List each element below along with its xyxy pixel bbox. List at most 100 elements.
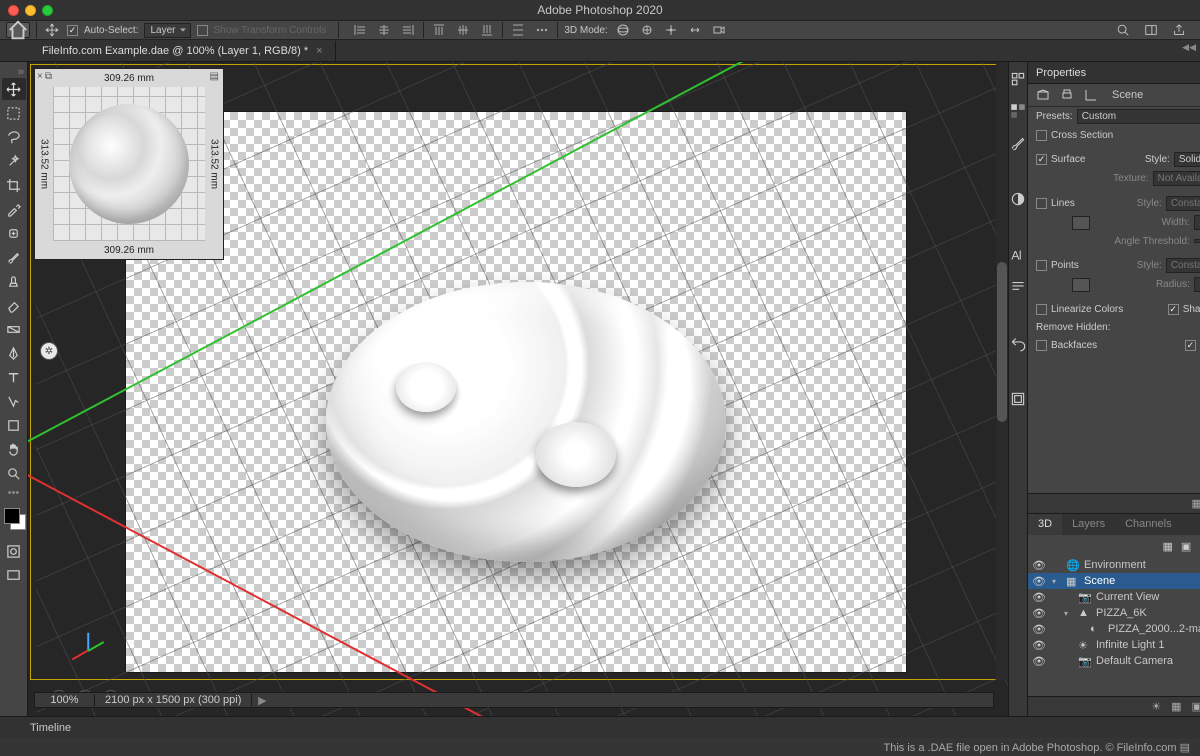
tree-row[interactable]: 👁▾▲PIZZA_6K [1028, 605, 1200, 621]
tree-row[interactable]: 👁◐PIZZA_2000...2-material [1028, 621, 1200, 637]
align-top-icon[interactable] [430, 21, 448, 39]
3d-scene-tree[interactable]: 👁🌐Environment👁▾▦Scene👁📷Current View👁▾▲PI… [1028, 557, 1200, 696]
adjustments-panel-icon[interactable] [1009, 190, 1027, 208]
document-info[interactable]: 2100 px x 1500 px (300 ppi) [95, 694, 252, 706]
filter-mesh-icon[interactable]: ▣ [1181, 540, 1191, 553]
3d-pan-icon[interactable] [662, 21, 680, 39]
swatches-panel-icon[interactable] [1009, 102, 1027, 120]
render-3d-icon[interactable]: ▦ [1171, 700, 1181, 713]
character-panel-icon[interactable]: A [1009, 246, 1027, 264]
3d-roll-icon[interactable] [638, 21, 656, 39]
libraries-panel-icon[interactable] [1009, 390, 1027, 408]
shape-tool[interactable] [2, 414, 26, 436]
foreground-color-swatch[interactable] [4, 508, 20, 524]
close-tab-icon[interactable]: × [316, 45, 322, 57]
clone-stamp-tool[interactable] [2, 270, 26, 292]
lines-checkbox[interactable] [1036, 198, 1047, 209]
magic-wand-tool[interactable] [2, 150, 26, 172]
lines2-checkbox[interactable] [1185, 340, 1196, 351]
status-flyout-icon[interactable]: ▶ [252, 694, 272, 707]
pen-tool[interactable] [2, 342, 26, 364]
home-button[interactable] [6, 22, 30, 38]
print-icon[interactable] [1060, 88, 1074, 102]
backfaces-checkbox[interactable] [1036, 340, 1047, 351]
share-icon[interactable] [1170, 21, 1188, 39]
auto-select-target-dropdown[interactable]: Layer [144, 23, 190, 38]
history-panel-icon[interactable] [1009, 334, 1027, 352]
tree-row[interactable]: 👁📷Current View [1028, 589, 1200, 605]
tree-row[interactable]: 👁🌐Environment [1028, 557, 1200, 573]
surface-style-dropdown[interactable]: Solid [1174, 152, 1200, 167]
path-tool[interactable] [2, 390, 26, 412]
toolbar-grip-icon[interactable]: » [0, 66, 27, 76]
crop-tool[interactable] [2, 174, 26, 196]
collapse-panel-icon[interactable]: ◀◀ [1182, 42, 1196, 53]
distribute-icon[interactable] [509, 21, 527, 39]
shadows-checkbox[interactable] [1168, 304, 1179, 315]
new-3d-icon[interactable]: ▣ [1191, 700, 1200, 713]
visibility-icon[interactable]: 👁 [1032, 575, 1044, 588]
timeline-panel-header[interactable]: Timeline [0, 716, 1200, 738]
3d-orbit-icon[interactable] [614, 21, 632, 39]
tree-row[interactable]: 👁📷Default Camera [1028, 653, 1200, 669]
canvas-area[interactable]: × ⧉ ▤ 309.26 mm 309.26 mm 313.52 mm 313.… [28, 62, 1008, 716]
secondary-view-close-icon[interactable]: × [37, 71, 43, 82]
align-hcenter-icon[interactable] [375, 21, 393, 39]
presets-dropdown[interactable]: Custom [1077, 109, 1200, 124]
quickmask-tool[interactable] [2, 540, 26, 562]
eraser-tool[interactable] [2, 294, 26, 316]
tab-layers[interactable]: Layers [1062, 514, 1115, 535]
auto-select-checkbox[interactable] [67, 25, 78, 36]
color-swatches[interactable] [2, 506, 26, 532]
secondary-view-menu-icon[interactable]: ▤ [210, 71, 219, 82]
filter-scene-icon[interactable]: ▦ [1163, 540, 1173, 553]
coords-icon[interactable] [1084, 88, 1098, 102]
3d-camera-icon[interactable] [710, 21, 728, 39]
tree-row[interactable]: 👁☀Infinite Light 1 [1028, 637, 1200, 653]
workspace-icon[interactable] [1142, 21, 1160, 39]
scrollbar-thumb[interactable] [997, 262, 1007, 422]
properties-panel-header[interactable]: Properties ≡ [1028, 62, 1200, 84]
visibility-icon[interactable]: 👁 [1032, 607, 1044, 620]
screenmode-tool[interactable] [2, 564, 26, 586]
align-bottom-icon[interactable] [478, 21, 496, 39]
visibility-icon[interactable]: 👁 [1032, 559, 1044, 572]
disclosure-icon[interactable]: ▾ [1064, 609, 1074, 618]
gradient-tool[interactable] [2, 318, 26, 340]
tab-channels[interactable]: Channels [1115, 514, 1181, 535]
document-tab[interactable]: FileInfo.com Example.dae @ 100% (Layer 1… [30, 41, 336, 61]
show-transform-checkbox[interactable] [197, 25, 208, 36]
align-vcenter-icon[interactable] [454, 21, 472, 39]
lasso-tool[interactable] [2, 126, 26, 148]
secondary-view-panel[interactable]: × ⧉ ▤ 309.26 mm 309.26 mm 313.52 mm 313.… [34, 68, 224, 260]
color-panel-icon[interactable] [1009, 70, 1027, 88]
texture-dropdown[interactable]: Not Availa... [1153, 171, 1200, 186]
move-tool[interactable] [2, 78, 26, 100]
visibility-icon[interactable]: 👁 [1032, 623, 1044, 636]
render-icon[interactable]: ▦ [1191, 497, 1200, 510]
visibility-icon[interactable]: 👁 [1032, 655, 1044, 668]
visibility-icon[interactable]: 👁 [1032, 639, 1044, 652]
tree-row[interactable]: 👁▾▦Scene [1028, 573, 1200, 589]
type-tool[interactable] [2, 366, 26, 388]
new-light-icon[interactable]: ☀ [1151, 700, 1161, 713]
points-checkbox[interactable] [1036, 260, 1047, 271]
eyedropper-tool[interactable] [2, 198, 26, 220]
linearize-checkbox[interactable] [1036, 304, 1047, 315]
vertical-scrollbar[interactable] [996, 62, 1008, 680]
tab-3d[interactable]: 3D [1028, 514, 1062, 535]
zoom-level[interactable]: 100% [35, 694, 95, 706]
more-align-icon[interactable] [533, 21, 551, 39]
hand-tool[interactable] [2, 438, 26, 460]
3d-widget-pin[interactable]: ✲ [40, 342, 58, 360]
zoom-tool[interactable] [2, 462, 26, 484]
visibility-icon[interactable]: 👁 [1032, 591, 1044, 604]
align-left-icon[interactable] [351, 21, 369, 39]
brush-tool[interactable] [2, 246, 26, 268]
marquee-tool[interactable] [2, 102, 26, 124]
paragraph-panel-icon[interactable] [1009, 278, 1027, 296]
document-canvas[interactable] [126, 112, 906, 672]
brushes-panel-icon[interactable] [1009, 134, 1027, 152]
3d-mesh-object[interactable] [326, 282, 726, 562]
3d-axis-gizmo[interactable] [68, 630, 108, 670]
